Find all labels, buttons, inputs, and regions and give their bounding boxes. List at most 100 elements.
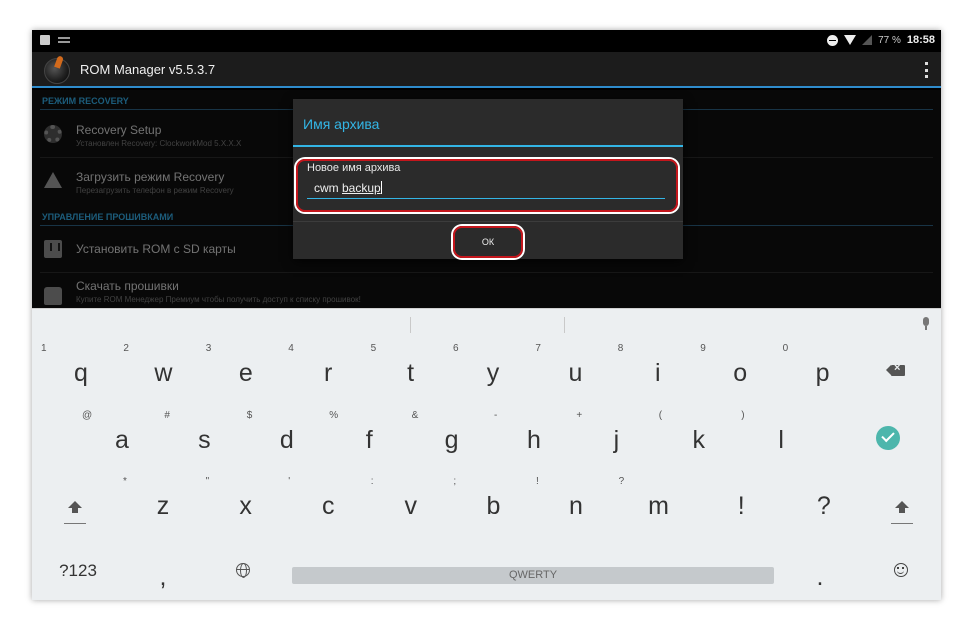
- key-label: l: [778, 426, 784, 454]
- key[interactable]: ; b: [453, 474, 533, 536]
- key[interactable]: 8i: [618, 341, 698, 403]
- key[interactable]: !: [701, 474, 781, 536]
- suggestion-divider: [410, 317, 411, 333]
- key[interactable]: 3e: [206, 341, 286, 403]
- key[interactable]: 2w: [123, 341, 203, 403]
- soft-keyboard: ?123 , QWERTY . 1q2w3e4r5t6y7u8i9o0p@a#s…: [32, 308, 941, 600]
- microphone-icon[interactable]: [923, 317, 929, 330]
- archive-name-dialog: Имя архива Новое имя архива cwm backup О…: [293, 99, 683, 259]
- key[interactable]: ) l: [741, 408, 821, 470]
- period-key[interactable]: .: [780, 541, 860, 600]
- key-hint: (: [658, 410, 663, 421]
- key-hint: ): [741, 410, 745, 421]
- key-label: u: [568, 359, 583, 387]
- key-hint: 6: [453, 343, 459, 354]
- key[interactable]: & g: [412, 408, 492, 470]
- key-hint: !: [536, 476, 539, 487]
- key[interactable]: " x: [206, 474, 286, 536]
- key-label: x: [239, 492, 252, 520]
- key-hint: 1: [41, 343, 47, 354]
- key-label: o: [733, 359, 748, 387]
- key[interactable]: ? m: [619, 474, 699, 536]
- key[interactable]: 7u: [535, 341, 615, 403]
- key-hint: 8: [617, 343, 624, 354]
- shift-key-right[interactable]: [865, 479, 941, 541]
- key-hint: 9: [700, 343, 706, 354]
- key[interactable]: :v: [371, 474, 451, 536]
- input-highlight-annotation: [296, 159, 678, 212]
- symbols-key[interactable]: ?123: [38, 541, 118, 600]
- action-bar: ROM Manager v5.5.3.7: [32, 52, 941, 88]
- key-label: j: [613, 426, 620, 454]
- spacebar[interactable]: QWERTY: [292, 567, 774, 584]
- key[interactable]: ' c: [288, 474, 368, 536]
- key-label: t: [407, 359, 415, 387]
- enter-key[interactable]: [844, 408, 924, 470]
- key-hint: ;: [453, 476, 457, 487]
- ok-highlight-annotation: [453, 226, 523, 258]
- key-label: i: [655, 359, 661, 387]
- key-label: n: [569, 492, 583, 520]
- key-label: m: [648, 492, 669, 520]
- globe-language-icon[interactable]: [236, 563, 250, 578]
- suggestion-strip: [32, 309, 941, 339]
- key[interactable]: 6y: [453, 341, 533, 403]
- key-hint: 0: [782, 343, 789, 354]
- shift-underline: [891, 523, 913, 524]
- key-hint: :: [370, 476, 374, 487]
- key[interactable]: 0p: [783, 341, 863, 403]
- key-hint: ": [205, 476, 210, 487]
- android-screen: 77 % 18:58 ROM Manager v5.5.3.7 Режим Re…: [32, 30, 941, 600]
- key[interactable]: * z: [123, 474, 203, 536]
- key-label: !: [737, 492, 745, 520]
- key[interactable]: 1q: [41, 341, 121, 403]
- key-label: e: [238, 359, 253, 387]
- dialog-title-divider: [293, 145, 683, 147]
- key-label: r: [324, 359, 333, 387]
- key[interactable]: ?: [784, 474, 864, 536]
- notification-image-icon: [40, 35, 50, 45]
- rom-manager-logo-icon[interactable]: [44, 58, 70, 84]
- key[interactable]: # s: [164, 408, 244, 470]
- key[interactable]: % f: [329, 408, 409, 470]
- comma-key-label: ,: [159, 563, 167, 591]
- period-key-label: .: [816, 563, 824, 591]
- symbols-key-label: ?123: [59, 561, 97, 580]
- key-hint: 4: [288, 343, 294, 354]
- key[interactable]: $ d: [247, 408, 327, 470]
- key-label: w: [154, 359, 173, 387]
- key-label: f: [365, 426, 373, 454]
- key[interactable]: ! n: [536, 474, 616, 536]
- key[interactable]: + j: [576, 408, 656, 470]
- key[interactable]: 4r: [288, 341, 368, 403]
- key-hint: 2: [123, 343, 129, 354]
- overflow-menu-icon[interactable]: [925, 62, 929, 78]
- key-hint: @: [82, 410, 93, 421]
- key[interactable]: -h: [494, 408, 574, 470]
- wifi-icon: [844, 35, 857, 45]
- key[interactable]: 5t: [371, 341, 451, 403]
- key-hint: 7: [535, 343, 541, 354]
- key-hint: %: [329, 410, 339, 421]
- key[interactable]: (k: [659, 408, 739, 470]
- key-label: d: [279, 426, 294, 454]
- dialog-title: Имя архива: [303, 116, 380, 132]
- emoji-icon[interactable]: [894, 563, 908, 577]
- shift-icon: [895, 501, 909, 513]
- key[interactable]: @ a: [82, 408, 162, 470]
- key[interactable]: 9o: [700, 341, 780, 403]
- app-title: ROM Manager v5.5.3.7: [80, 62, 216, 77]
- signal-icon: [862, 35, 873, 45]
- backspace-key[interactable]: [858, 341, 938, 403]
- backspace-icon: [886, 362, 905, 376]
- comma-key[interactable]: ,: [123, 541, 203, 600]
- shift-key-left[interactable]: [38, 479, 118, 541]
- key-hint: ': [288, 476, 291, 487]
- notification-keyboard-icon: [58, 37, 70, 43]
- key-hint: ?: [618, 476, 625, 487]
- dialog-button-divider: [293, 221, 683, 222]
- key-hint: -: [494, 410, 498, 421]
- clock: 18:58: [906, 34, 935, 46]
- key-hint: $: [246, 410, 253, 421]
- key-hint: +: [576, 410, 583, 421]
